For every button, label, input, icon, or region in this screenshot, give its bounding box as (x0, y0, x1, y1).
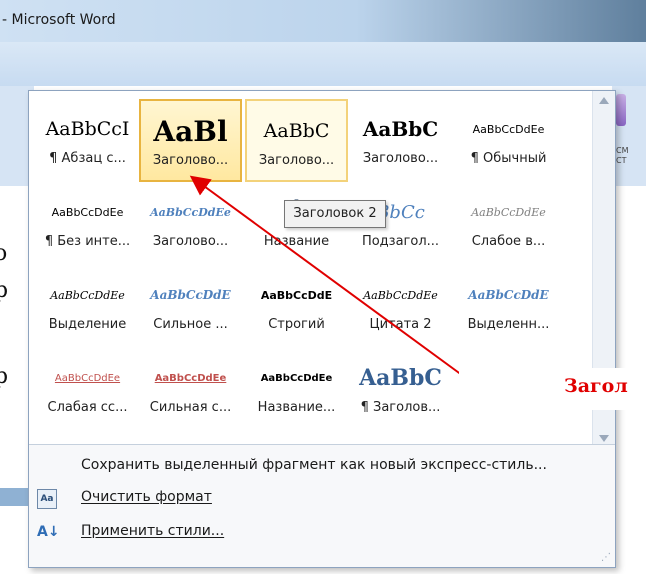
annotation-arrow (189, 175, 467, 379)
annotation-callout: Загол (459, 368, 646, 410)
callout-text: Загол (564, 375, 628, 397)
arrow-line (189, 175, 467, 379)
